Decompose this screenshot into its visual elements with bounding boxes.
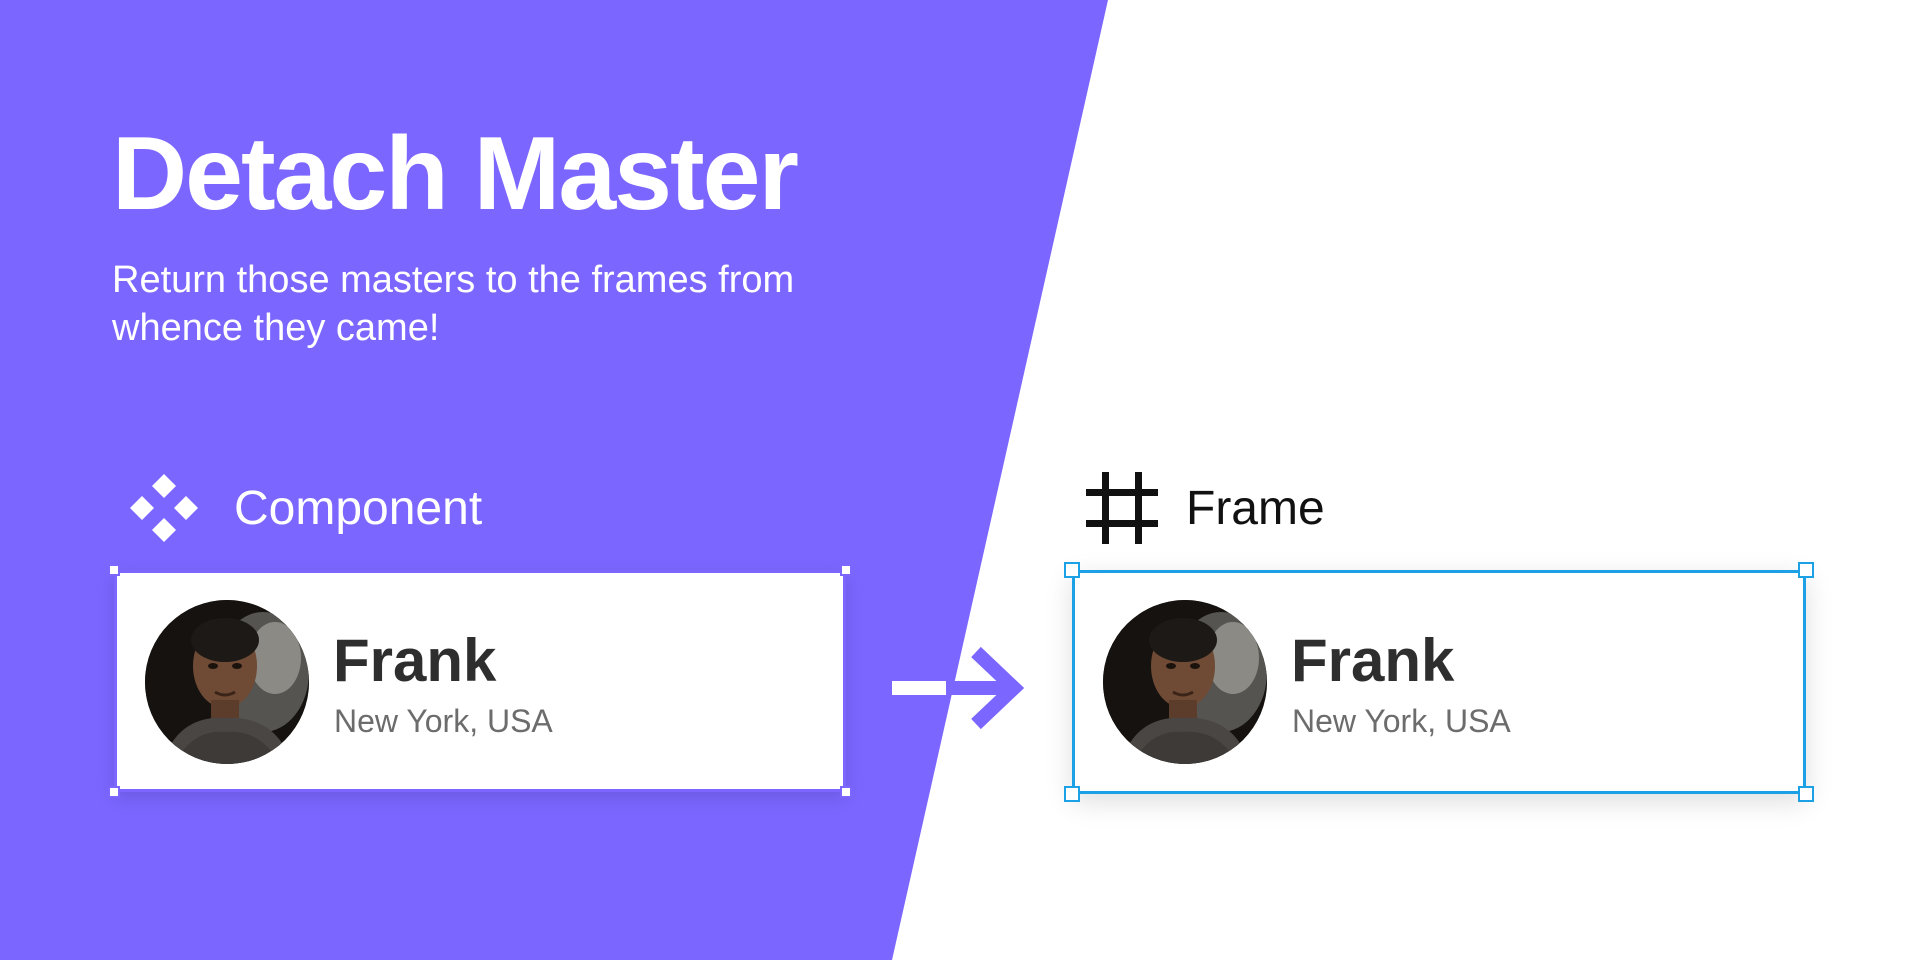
resize-handle-top-right[interactable]	[840, 564, 852, 576]
resize-handle-bottom-left[interactable]	[108, 786, 120, 798]
resize-handle-bottom-left[interactable]	[1064, 786, 1080, 802]
resize-handle-top-left[interactable]	[108, 564, 120, 576]
component-card[interactable]: Frank New York, USA	[108, 564, 852, 798]
avatar	[145, 600, 309, 764]
frame-label: Frame	[1084, 470, 1325, 546]
page-subtitle: Return those masters to the frames from …	[112, 259, 795, 349]
frame-icon	[1084, 470, 1160, 546]
person-name: Frank	[1291, 627, 1455, 694]
resize-handle-bottom-right[interactable]	[840, 786, 852, 798]
component-icon	[128, 472, 200, 544]
component-label-text: Component	[234, 481, 483, 535]
resize-handle-bottom-right[interactable]	[1798, 786, 1814, 802]
frame-card[interactable]: Frank New York, USA	[1064, 562, 1814, 802]
person-location: New York, USA	[334, 703, 553, 739]
page-title: Detach Master	[112, 116, 799, 232]
avatar	[1103, 600, 1267, 764]
person-location: New York, USA	[1292, 703, 1511, 739]
component-label: Component	[128, 472, 482, 544]
resize-handle-top-left[interactable]	[1064, 562, 1080, 578]
arrow-right-icon	[892, 646, 1025, 730]
resize-handle-top-right[interactable]	[1798, 562, 1814, 578]
frame-label-text: Frame	[1186, 481, 1325, 535]
person-name: Frank	[333, 627, 497, 694]
